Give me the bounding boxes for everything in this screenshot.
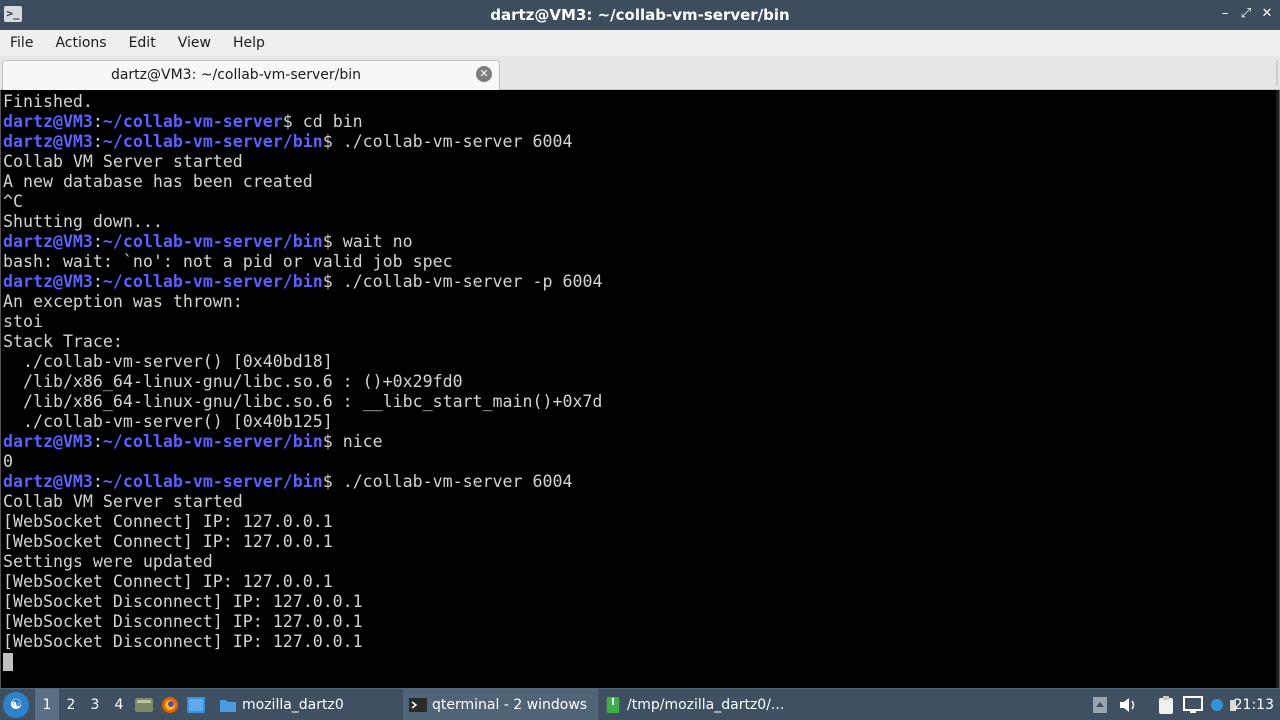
prompt-line: dartz@VM3:~/collab-vm-server/bin$ ./coll…	[3, 472, 1269, 492]
menu-edit[interactable]: Edit	[123, 31, 162, 55]
terminal-icon	[409, 697, 427, 712]
prompt-command: $ cd bin	[282, 112, 363, 131]
terminal-app-icon[interactable]: >_	[4, 6, 22, 22]
prompt-user: dartz@VM3	[3, 112, 93, 131]
task-label: mozilla_dartz0	[242, 696, 344, 713]
prompt-user: dartz@VM3	[3, 232, 93, 251]
menu-file[interactable]: File	[4, 31, 39, 55]
menu-actions[interactable]: Actions	[49, 31, 112, 55]
output-line: stoi	[3, 312, 43, 331]
cursor-line	[3, 652, 1269, 672]
output-line: [WebSocket Disconnect] IP: 127.0.0.1	[3, 592, 363, 611]
minimize-icon[interactable]: –	[1216, 5, 1234, 23]
folder-icon	[220, 699, 236, 712]
prompt-command: $ ./collab-vm-server 6004	[322, 132, 573, 151]
prompt-user: dartz@VM3	[3, 472, 93, 491]
output-line: ./collab-vm-server() [0x40b125]	[3, 412, 333, 431]
prompt-separator: :	[92, 132, 103, 151]
prompt-path: ~/collab-vm-server	[102, 112, 283, 131]
output-line: Collab VM Server started	[3, 492, 243, 511]
output-line: Shutting down...	[3, 212, 163, 231]
prompt-separator: :	[92, 472, 103, 491]
tab-label: dartz@VM3: ~/collab-vm-server/bin	[110, 67, 362, 83]
output-line: A new database has been created	[3, 172, 313, 191]
tab-bar: dartz@VM3: ~/collab-vm-server/bin ✕	[0, 56, 1280, 90]
output-line: [WebSocket Connect] IP: 127.0.0.1	[3, 572, 333, 591]
prompt-separator: :	[92, 232, 103, 251]
close-tab-icon[interactable]: ✕	[476, 66, 492, 82]
output-line: An exception was thrown:	[3, 292, 243, 311]
workspace-4[interactable]: 4	[107, 689, 131, 720]
prompt-separator: :	[92, 432, 103, 451]
window-title: dartz@VM3: ~/collab-vm-server/bin	[490, 6, 790, 24]
output-line: 0	[3, 452, 13, 471]
prompt-separator: :	[92, 272, 103, 291]
output-line: [WebSocket Connect] IP: 127.0.0.1	[3, 532, 333, 551]
prompt-line: dartz@VM3:~/collab-vm-server$ cd bin	[3, 112, 1269, 132]
archive-icon	[606, 696, 620, 713]
output-line: /lib/x86_64-linux-gnu/libc.so.6 : ()+0x2…	[3, 372, 463, 391]
monitor-icon[interactable]	[1181, 689, 1205, 720]
output-line: Finished.	[3, 92, 93, 111]
terminal-lines: Finished. dartz@VM3:~/collab-vm-server$ c…	[3, 92, 1269, 672]
prompt-command: $ nice	[322, 432, 383, 451]
prompt-command: $ ./collab-vm-server 6004	[322, 472, 573, 491]
workspace-3[interactable]: 3	[83, 689, 107, 720]
network-icon[interactable]	[1207, 689, 1227, 720]
tab-bar-divider	[1276, 60, 1278, 86]
prompt-path: ~/collab-vm-server/bin	[102, 232, 323, 251]
clock[interactable]: 21:13	[1234, 689, 1274, 720]
file-manager-icon[interactable]	[131, 689, 157, 720]
output-line: Settings were updated	[3, 552, 213, 571]
output-line: [WebSocket Connect] IP: 127.0.0.1	[3, 512, 333, 531]
terminal-scrollbar[interactable]	[1276, 90, 1279, 688]
workspace-1[interactable]: 1	[35, 688, 59, 720]
prompt-path: ~/collab-vm-server/bin	[102, 472, 323, 491]
prompt-command: $ ./collab-vm-server -p 6004	[322, 272, 603, 291]
prompt-command: $ wait no	[322, 232, 413, 251]
prompt-line: dartz@VM3:~/collab-vm-server/bin$ wait n…	[3, 232, 1269, 252]
prompt-user: dartz@VM3	[3, 272, 93, 291]
menu-view[interactable]: View	[172, 31, 217, 55]
menu-bar: File Actions Edit View Help	[0, 30, 1280, 56]
menu-help[interactable]: Help	[227, 31, 271, 55]
prompt-line: dartz@VM3:~/collab-vm-server/bin$ ./coll…	[3, 272, 1269, 292]
prompt-separator: :	[92, 112, 103, 131]
prompt-path: ~/collab-vm-server/bin	[102, 272, 323, 291]
text-cursor	[3, 653, 13, 671]
output-line: /lib/x86_64-linux-gnu/libc.so.6 : __libc…	[3, 392, 603, 411]
prompt-user: dartz@VM3	[3, 432, 93, 451]
show-desktop-icon[interactable]	[183, 689, 209, 720]
output-line: [WebSocket Disconnect] IP: 127.0.0.1	[3, 632, 363, 651]
prompt-path: ~/collab-vm-server/bin	[102, 432, 323, 451]
output-line: ./collab-vm-server() [0x40bd18]	[3, 352, 333, 371]
output-line: [WebSocket Disconnect] IP: 127.0.0.1	[3, 612, 363, 631]
taskbar: ☯ 1 2 3 4 mozilla_dartz0 qterminal - 2 w…	[0, 688, 1280, 720]
output-line: Collab VM Server started	[3, 152, 243, 171]
output-line: bash: wait: `no': not a pid or valid job…	[3, 252, 453, 271]
output-line: ^C	[3, 192, 23, 211]
task-mozilla-folder[interactable]: mozilla_dartz0	[213, 689, 403, 720]
task-qterminal[interactable]: qterminal - 2 windows	[403, 688, 598, 720]
close-icon[interactable]: ✕	[1258, 5, 1276, 23]
task-archive[interactable]: /tmp/mozilla_dartz0/...	[598, 689, 798, 720]
prompt-line: dartz@VM3:~/collab-vm-server/bin$ ./coll…	[3, 132, 1269, 152]
scroll-up-icon[interactable]	[1090, 689, 1110, 720]
workspace-2[interactable]: 2	[59, 689, 83, 720]
output-line: Stack Trace:	[3, 332, 123, 351]
window-titlebar[interactable]: >_ dartz@VM3: ~/collab-vm-server/bin – ⤢…	[0, 0, 1280, 30]
volume-icon[interactable]	[1116, 689, 1140, 720]
start-menu-icon[interactable]: ☯	[3, 691, 29, 718]
terminal-output[interactable]: Finished. dartz@VM3:~/collab-vm-server$ c…	[0, 90, 1280, 688]
task-label: /tmp/mozilla_dartz0/...	[627, 696, 785, 713]
prompt-line: dartz@VM3:~/collab-vm-server/bin$ nice	[3, 432, 1269, 452]
prompt-user: dartz@VM3	[3, 132, 93, 151]
task-label: qterminal - 2 windows	[432, 696, 588, 713]
prompt-path: ~/collab-vm-server/bin	[102, 132, 323, 151]
clipboard-icon[interactable]	[1154, 689, 1178, 720]
firefox-icon[interactable]	[157, 689, 183, 720]
maximize-icon[interactable]: ⤢	[1237, 5, 1255, 23]
tab-terminal-session[interactable]: dartz@VM3: ~/collab-vm-server/bin ✕	[2, 60, 500, 90]
